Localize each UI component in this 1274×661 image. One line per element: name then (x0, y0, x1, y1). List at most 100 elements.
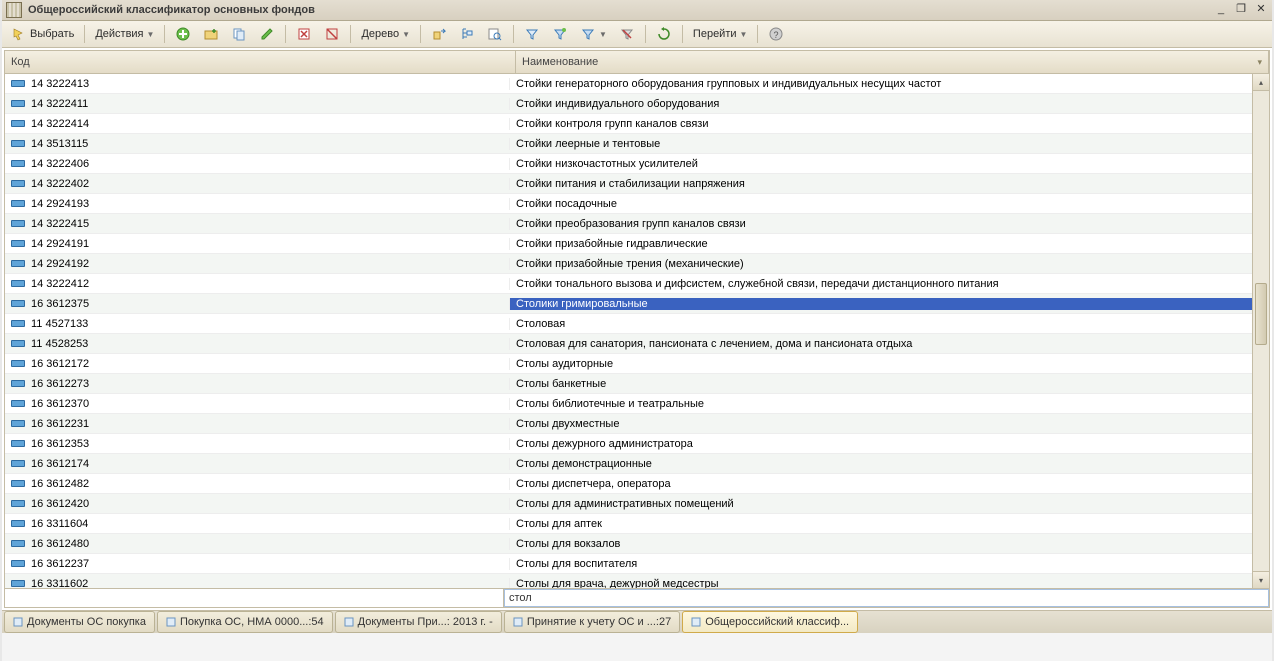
find-icon (487, 26, 503, 42)
table-row[interactable]: 11 4527133Столовая (5, 314, 1269, 334)
table-row[interactable]: 16 3612482Столы диспетчера, оператора (5, 474, 1269, 494)
code-value: 16 3612174 (31, 458, 89, 470)
select-label: Выбрать (30, 28, 74, 40)
table-row[interactable]: 14 3222413Стойки генераторного оборудова… (5, 74, 1269, 94)
row-icon (11, 220, 25, 227)
code-value: 16 3612375 (31, 298, 89, 310)
hierarchy-button[interactable] (454, 23, 480, 45)
table-row[interactable]: 16 3612273Столы банкетные (5, 374, 1269, 394)
column-header-code[interactable]: Код (5, 51, 516, 73)
select-button[interactable]: Выбрать (6, 23, 79, 45)
document-icon (13, 617, 23, 627)
select-icon (11, 26, 27, 42)
find-button[interactable] (482, 23, 508, 45)
table-row[interactable]: 16 3311604Столы для аптек (5, 514, 1269, 534)
table-row[interactable]: 14 3222402Стойки питания и стабилизации … (5, 174, 1269, 194)
taskbar: Документы ОС покупка Покупка ОС, НМА 0000… (2, 610, 1272, 633)
mark-delete-button[interactable] (319, 23, 345, 45)
table-row[interactable]: 14 3222411Стойки индивидуального оборудо… (5, 94, 1269, 114)
toolbar: Выбрать Действия ▼ Дерево ▼ ▼ П (2, 21, 1272, 48)
row-icon (11, 120, 25, 127)
separator (164, 25, 165, 43)
chevron-down-icon: ▼ (740, 30, 748, 39)
taskbar-item[interactable]: Покупка ОС, НМА 0000...:54 (157, 611, 333, 633)
chevron-down-icon: ▼ (402, 30, 410, 39)
add-button[interactable] (170, 23, 196, 45)
scroll-down-button[interactable]: ▾ (1253, 571, 1269, 588)
cell-name: Столовая (510, 318, 1269, 330)
table-row[interactable]: 16 3612172Столы аудиторные (5, 354, 1269, 374)
table-row[interactable]: 14 2924191Стойки призабойные гидравличес… (5, 234, 1269, 254)
tree-button[interactable]: Дерево ▼ (356, 23, 415, 45)
cell-code: 16 3612480 (5, 538, 510, 550)
restore-button[interactable]: ❐ (1234, 4, 1248, 16)
add-folder-button[interactable] (198, 23, 224, 45)
minimize-button[interactable]: _ (1214, 4, 1228, 16)
grid-body[interactable]: 14 3222413Стойки генераторного оборудова… (5, 74, 1269, 588)
table-row[interactable]: 16 3311602Столы для врача, дежурной медс… (5, 574, 1269, 588)
cell-name: Столы дежурного администратора (510, 438, 1269, 450)
table-row[interactable]: 16 3612237Столы для воспитателя (5, 554, 1269, 574)
scroll-up-button[interactable]: ▴ (1253, 74, 1269, 91)
table-row[interactable]: 16 3612370Столы библиотечные и театральн… (5, 394, 1269, 414)
table-row[interactable]: 16 3612480Столы для вокзалов (5, 534, 1269, 554)
close-button[interactable]: ✕ (1254, 4, 1268, 16)
cell-name: Стойки тонального вызова и дифсистем, сл… (510, 278, 1269, 290)
help-button[interactable]: ? (763, 23, 789, 45)
filter-value-button[interactable] (547, 23, 573, 45)
cell-code: 14 2924192 (5, 258, 510, 270)
filter-value-icon (552, 26, 568, 42)
filter-history-button[interactable]: ▼ (575, 23, 612, 45)
move-button[interactable] (426, 23, 452, 45)
copy-icon (231, 26, 247, 42)
goto-button[interactable]: Перейти ▼ (688, 23, 753, 45)
row-icon (11, 560, 25, 567)
column-header-name[interactable]: Наименование ▾ (516, 51, 1269, 73)
table-row[interactable]: 16 3612174Столы демонстрационные (5, 454, 1269, 474)
taskbar-item[interactable]: Общероссийский классиф... (682, 611, 858, 633)
scroll-thumb[interactable] (1255, 283, 1267, 345)
cell-name: Столы для врача, дежурной медсестры (510, 578, 1269, 589)
table-row[interactable]: 14 2924192Стойки призабойные трения (мех… (5, 254, 1269, 274)
scroll-track[interactable] (1253, 91, 1269, 571)
table-row[interactable]: 16 3612353 Столы дежурного администратора (5, 434, 1269, 454)
refresh-button[interactable] (651, 23, 677, 45)
code-value: 14 3513115 (31, 138, 88, 150)
taskbar-item[interactable]: Документы При...: 2013 г. - (335, 611, 502, 633)
code-value: 16 3612353 (31, 438, 89, 450)
table-row[interactable]: 16 3612420Столы для административных пом… (5, 494, 1269, 514)
table-row[interactable]: 14 2924193Стойки посадочные (5, 194, 1269, 214)
actions-button[interactable]: Действия ▼ (90, 23, 159, 45)
table-row[interactable]: 14 3222414Стойки контроля групп каналов … (5, 114, 1269, 134)
vertical-scrollbar[interactable]: ▴ ▾ (1252, 74, 1269, 588)
table-row[interactable]: 14 3222406Стойки низкочастотных усилител… (5, 154, 1269, 174)
cell-code: 14 3222415 (5, 218, 510, 230)
cell-code: 11 4527133 (5, 318, 510, 330)
copy-button[interactable] (226, 23, 252, 45)
edit-button[interactable] (254, 23, 280, 45)
column-header-code-label: Код (11, 56, 30, 68)
table-row[interactable]: 14 3222415Стойки преобразования групп ка… (5, 214, 1269, 234)
taskbar-item-label: Покупка ОС, НМА 0000...:54 (180, 616, 324, 628)
taskbar-item[interactable]: Принятие к учету ОС и ...:27 (504, 611, 680, 633)
table-row[interactable]: 14 3513115Стойки леерные и тентовые (5, 134, 1269, 154)
table-row[interactable]: 11 4528253Столовая для санатория, пансио… (5, 334, 1269, 354)
cell-code: 16 3311602 (5, 578, 510, 589)
table-row[interactable]: 16 3612231Столы двухместные (5, 414, 1269, 434)
taskbar-item[interactable]: Документы ОС покупка (4, 611, 155, 633)
table-row[interactable]: 16 3612375Столики гримировальные (5, 294, 1269, 314)
table-row[interactable]: 14 3222412Стойки тонального вызова и диф… (5, 274, 1269, 294)
filter-off-button[interactable] (614, 23, 640, 45)
cell-name: Столы библиотечные и театральные (510, 398, 1269, 410)
svg-text:?: ? (774, 30, 779, 40)
cell-code: 14 2924191 (5, 238, 510, 250)
row-icon (11, 460, 25, 467)
cell-code: 14 3222414 (5, 118, 510, 130)
separator (350, 25, 351, 43)
cell-code: 16 3612370 (5, 398, 510, 410)
separator (513, 25, 514, 43)
delete-button[interactable] (291, 23, 317, 45)
app-icon (6, 2, 22, 18)
search-input[interactable] (504, 589, 1269, 607)
filter-button[interactable] (519, 23, 545, 45)
